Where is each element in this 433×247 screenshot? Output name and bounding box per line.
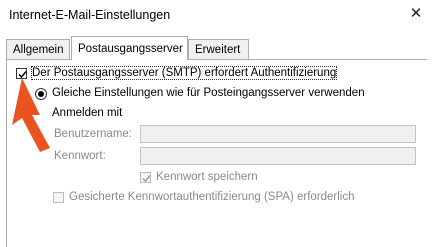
email-settings-dialog: Internet-E-Mail-Einstellungen ✕ Allgemei…	[0, 0, 433, 247]
arrow-shape	[12, 78, 50, 152]
orange-arrow-icon	[12, 78, 50, 152]
tab-postausgangsserver[interactable]: Postausgangsserver	[71, 36, 188, 60]
